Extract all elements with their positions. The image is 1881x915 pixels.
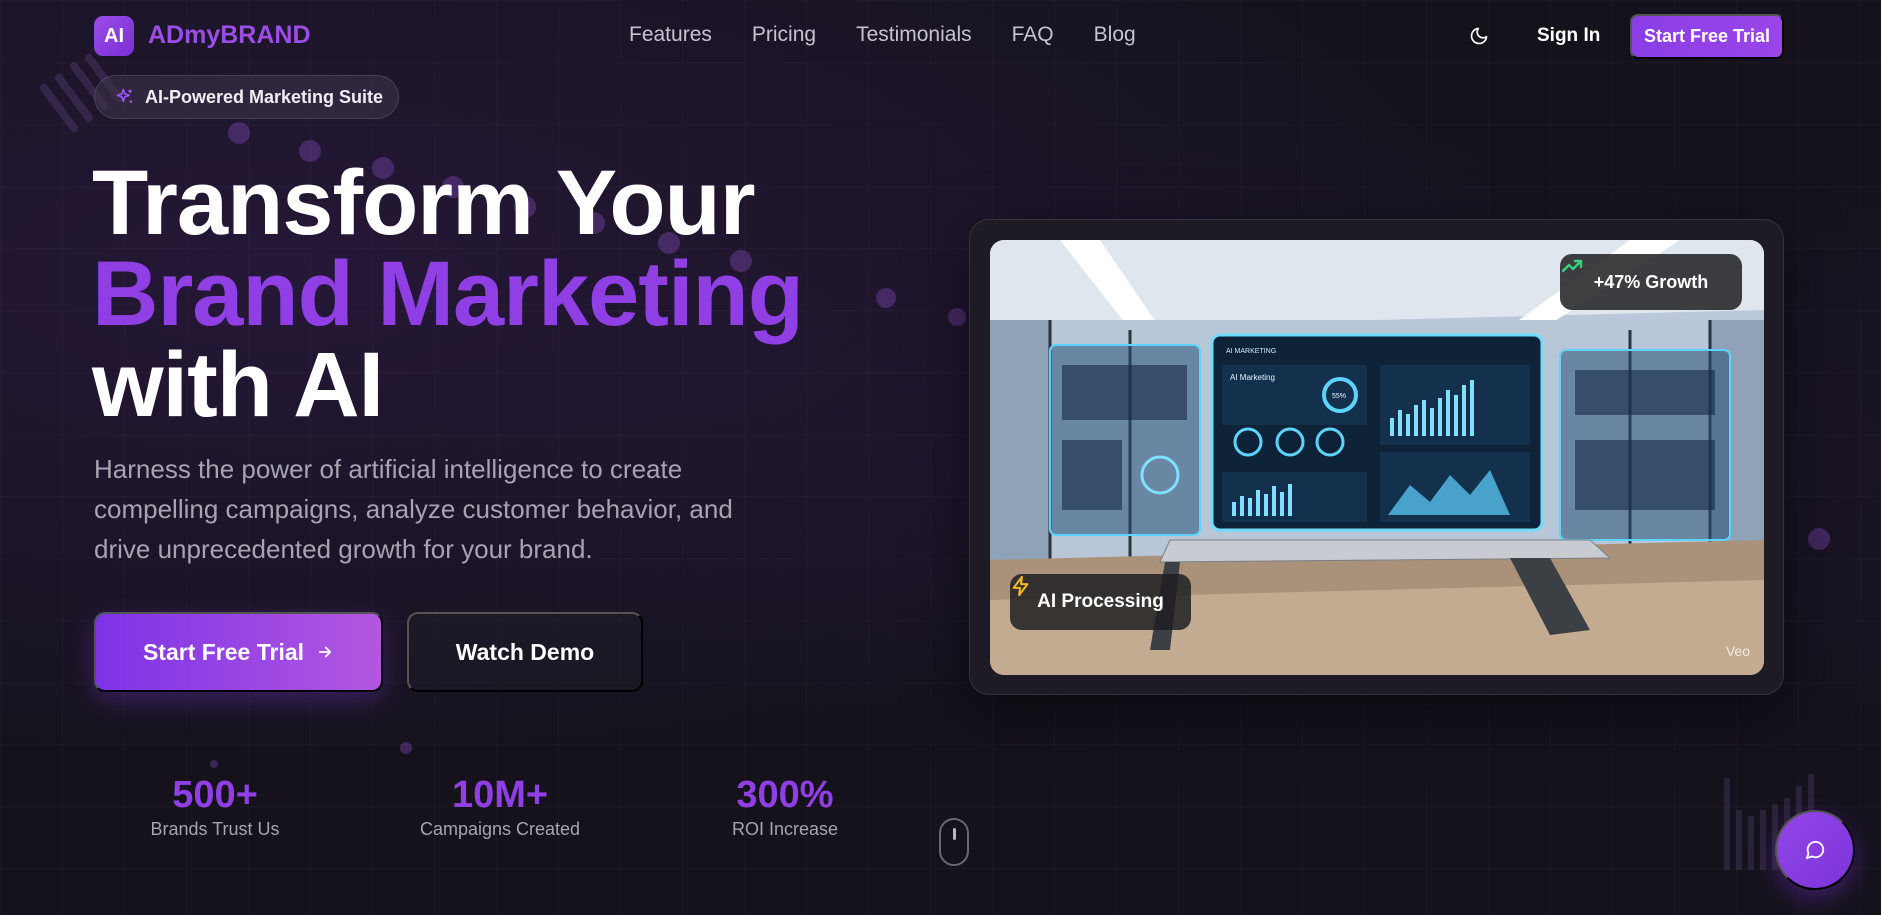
sign-in-link[interactable]: Sign In [1537,25,1600,47]
ai-processing-badge: AI Processing [1010,574,1191,630]
theme-toggle-button[interactable] [1466,23,1492,49]
hero-video-thumbnail[interactable]: AI MARKETING AI Marketing 55% +47% Growt… [990,240,1764,675]
brand-name[interactable]: ADmyBRAND [148,21,311,50]
ai-processing-label: AI Processing [1037,591,1164,612]
screen-gauge: 55% [1332,393,1346,400]
start-trial-label: Start Free Trial [142,638,305,665]
watch-demo-button[interactable]: Watch Demo [407,612,643,692]
hero-subtext: Harness the power of artificial intellig… [94,454,733,564]
nav-link-faq[interactable]: FAQ [1012,23,1054,47]
growth-badge-label: +47% Growth [1593,271,1709,292]
nav-start-trial-button[interactable]: Start Free Trial [1630,14,1784,59]
logo-mark[interactable]: AI [94,16,134,56]
stat-value: 500+ [172,774,258,816]
stat-brands: 500+ Brands Trust Us [140,773,290,840]
screen-title: AI MARKETING [1226,348,1276,355]
nav-link-features[interactable]: Features [629,23,712,47]
decor-dot [210,760,218,768]
stat-roi: 300% ROI Increase [715,773,855,840]
hero-badge: AI-Powered Marketing Suite [94,75,399,119]
stat-value: 300% [736,774,834,816]
headline-line-3: with AI [92,334,384,436]
sparkles-icon [116,88,133,103]
video-watermark: Veo [1725,643,1750,659]
growth-badge: +47% Growth [1560,254,1742,310]
top-nav: AI ADmyBRAND Features Pricing Testimonia… [0,0,1881,72]
screen-subtitle: AI Marketing [1230,373,1275,382]
lightning-icon [1012,575,1029,597]
decor-dot [948,308,966,326]
headline-line-1: Transform Your [92,152,756,254]
decor-dot [1808,528,1830,550]
moon-icon [1470,27,1488,45]
arrow-right-icon [318,646,332,658]
headline-line-2: Brand Marketing [92,243,804,345]
decor-dot [876,288,896,308]
start-trial-button[interactable]: Start Free Trial [94,612,383,692]
nav-link-testimonials[interactable]: Testimonials [856,23,972,47]
hero-media-card: AI MARKETING AI Marketing 55% +47% Growt… [969,219,1784,695]
nav-link-pricing[interactable]: Pricing [752,23,816,47]
nav-link-blog[interactable]: Blog [1094,23,1136,47]
chat-bubble-icon [1805,840,1825,860]
chat-button[interactable] [1775,810,1855,890]
nav-links: Features Pricing Testimonials FAQ Blog [629,23,1136,47]
stat-campaigns: 10M+ Campaigns Created [405,773,595,840]
stat-value: 10M+ [451,774,549,816]
scroll-indicator-icon[interactable] [939,818,969,866]
hero-headline: Transform Your Brand Marketing with AI [92,152,804,436]
trending-up-icon [1561,259,1583,273]
stat-label: Brands Trust Us [150,819,280,839]
stat-label: ROI Increase [731,819,839,839]
hero-badge-label: AI-Powered Marketing Suite [145,86,384,107]
decor-dot [228,122,250,144]
stat-label: Campaigns Created [419,819,581,839]
decor-dot [400,742,412,754]
